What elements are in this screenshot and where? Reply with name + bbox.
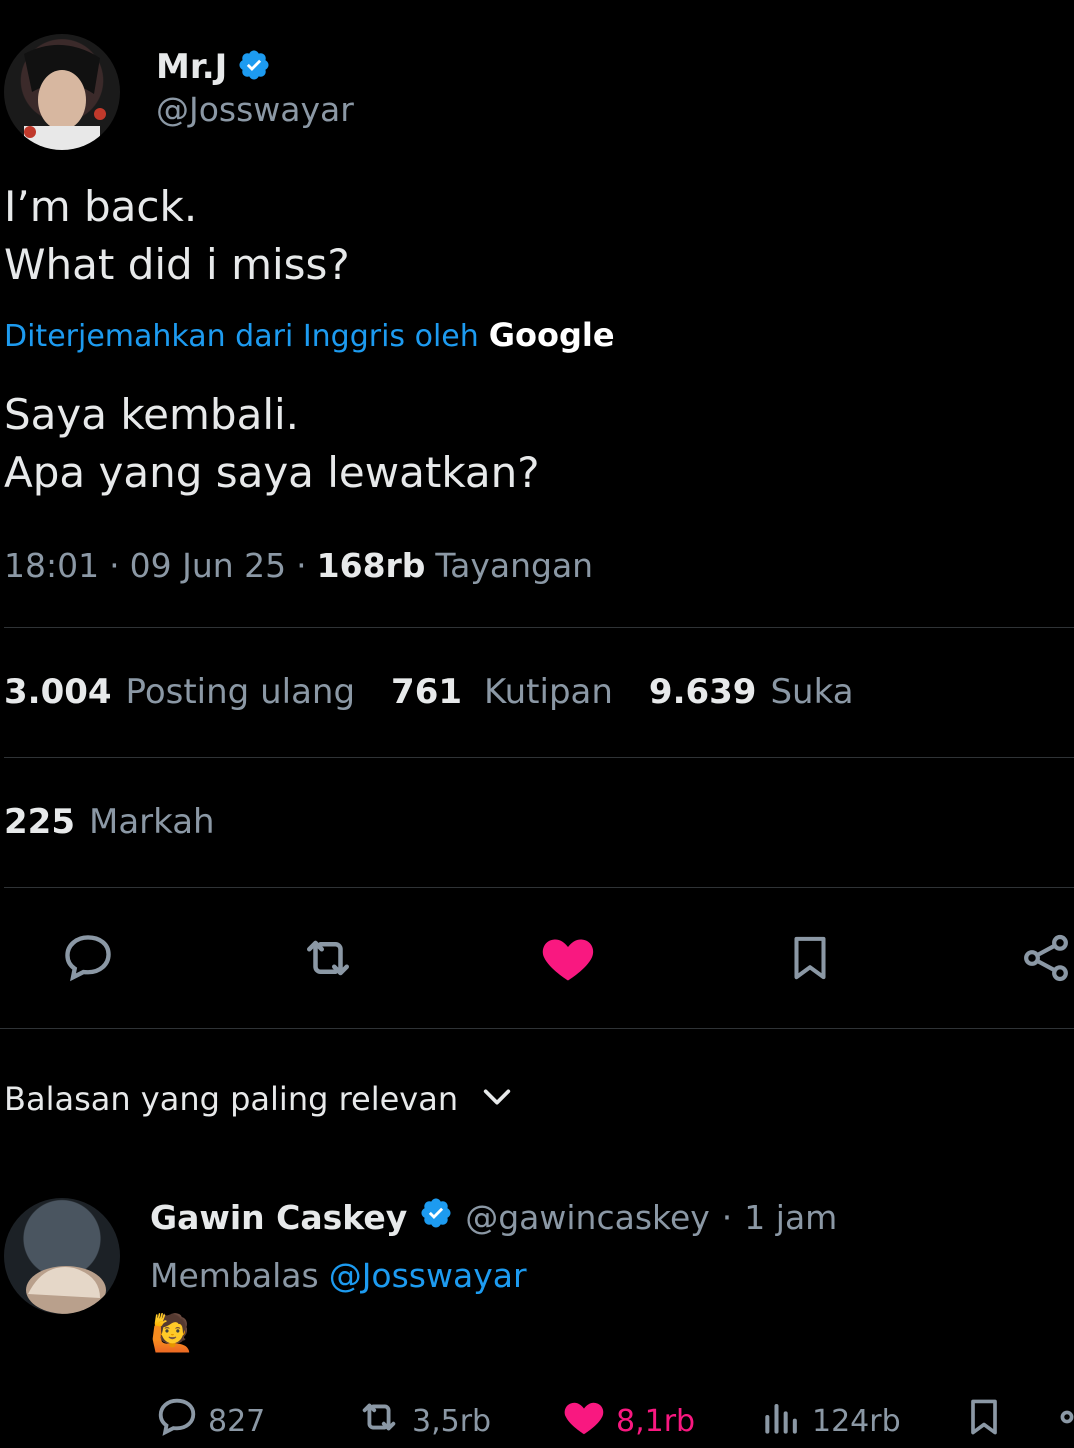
bookmark-icon[interactable] [778,926,842,990]
reply-views-button[interactable]: 124rb [760,1394,901,1448]
reply-share-button[interactable] [1056,1394,1074,1448]
tweet-time[interactable]: 18:01 [4,546,99,585]
separator-dot: · [296,546,307,585]
like-count: 8,1rb [616,1403,696,1439]
divider [4,887,1074,888]
translation-text-line-1: Saya kembali. [4,390,300,439]
divider [0,1028,1074,1029]
share-icon[interactable] [1018,926,1074,990]
divider [4,757,1074,758]
reposts-label: Posting ulang [125,672,356,712]
translation-note-link[interactable]: Diterjemahkan dari Inggris oleh [4,319,479,354]
quotes-label: Kutipan [484,672,613,712]
reply-body: 🙋 [150,1313,195,1354]
likes-label: Suka [770,672,854,712]
share-icon [1056,1394,1074,1448]
separator-dot: · [109,546,120,585]
bookmarks-stat[interactable]: 225 Markah [4,802,215,842]
reply-reply-button[interactable]: 827 [154,1394,265,1448]
views-label: Tayangan [435,546,594,585]
author-avatar[interactable] [4,34,120,150]
author-handle[interactable]: @Josswayar [156,90,354,129]
reply-icon[interactable] [56,926,120,990]
reply-author-name[interactable]: Gawin Caskey [150,1198,407,1237]
retweet-count: 3,5rb [412,1403,492,1439]
retweet-icon[interactable] [294,926,362,990]
likes-stat[interactable]: 9.639 Suka [649,672,854,712]
tweet-date[interactable]: 09 Jun 25 [130,546,287,585]
avatar-image [24,44,106,150]
reply-count: 827 [208,1403,266,1439]
bookmarks-label: Markah [88,802,215,842]
verified-badge-icon [419,1196,453,1238]
views-count: 124rb [812,1403,901,1439]
retweet-icon [354,1394,404,1448]
separator-dot: · [721,1197,733,1237]
replying-to-link[interactable]: @Josswayar [329,1256,527,1295]
replies-sort-dropdown[interactable]: Balasan yang paling relevan [4,1080,514,1118]
reply-like-button[interactable]: 8,1rb [560,1394,695,1448]
tweet-text-line-2: What did i miss? [4,240,350,289]
reposts-count: 3.004 [4,672,112,712]
quotes-stat[interactable]: 761 Kutipan [391,672,613,712]
views-count: 168rb [316,546,426,585]
quotes-count: 761 [391,672,463,712]
reply-author-handle[interactable]: @gawincaskey [465,1198,710,1237]
reply-retweet-button[interactable]: 3,5rb [354,1394,491,1448]
author-name[interactable]: Mr.J [156,47,227,87]
tweet-text-line-1: I’m back. [4,182,198,231]
replying-to-prefix: Membalas [150,1256,319,1295]
heart-icon [560,1394,608,1448]
reply-avatar[interactable] [4,1198,120,1314]
replies-sort-label: Balasan yang paling relevan [4,1080,459,1118]
divider [4,627,1074,628]
likes-count: 9.639 [648,672,757,712]
verified-badge-icon [237,48,271,86]
bookmarks-count: 225 [4,802,75,842]
analytics-icon [760,1394,804,1448]
reply-bookmark-button[interactable] [962,1394,1006,1448]
reply-time[interactable]: 1 jam [744,1198,837,1237]
heart-icon[interactable] [536,926,600,990]
reposts-stat[interactable]: 3.004 Posting ulang [4,672,355,712]
chevron-down-icon [480,1084,514,1114]
avatar-image [26,1266,106,1314]
bookmark-icon [962,1394,1006,1448]
reply-icon [154,1394,200,1448]
translation-text-line-2: Apa yang saya lewatkan? [4,448,540,497]
google-logo: Google [488,316,615,354]
